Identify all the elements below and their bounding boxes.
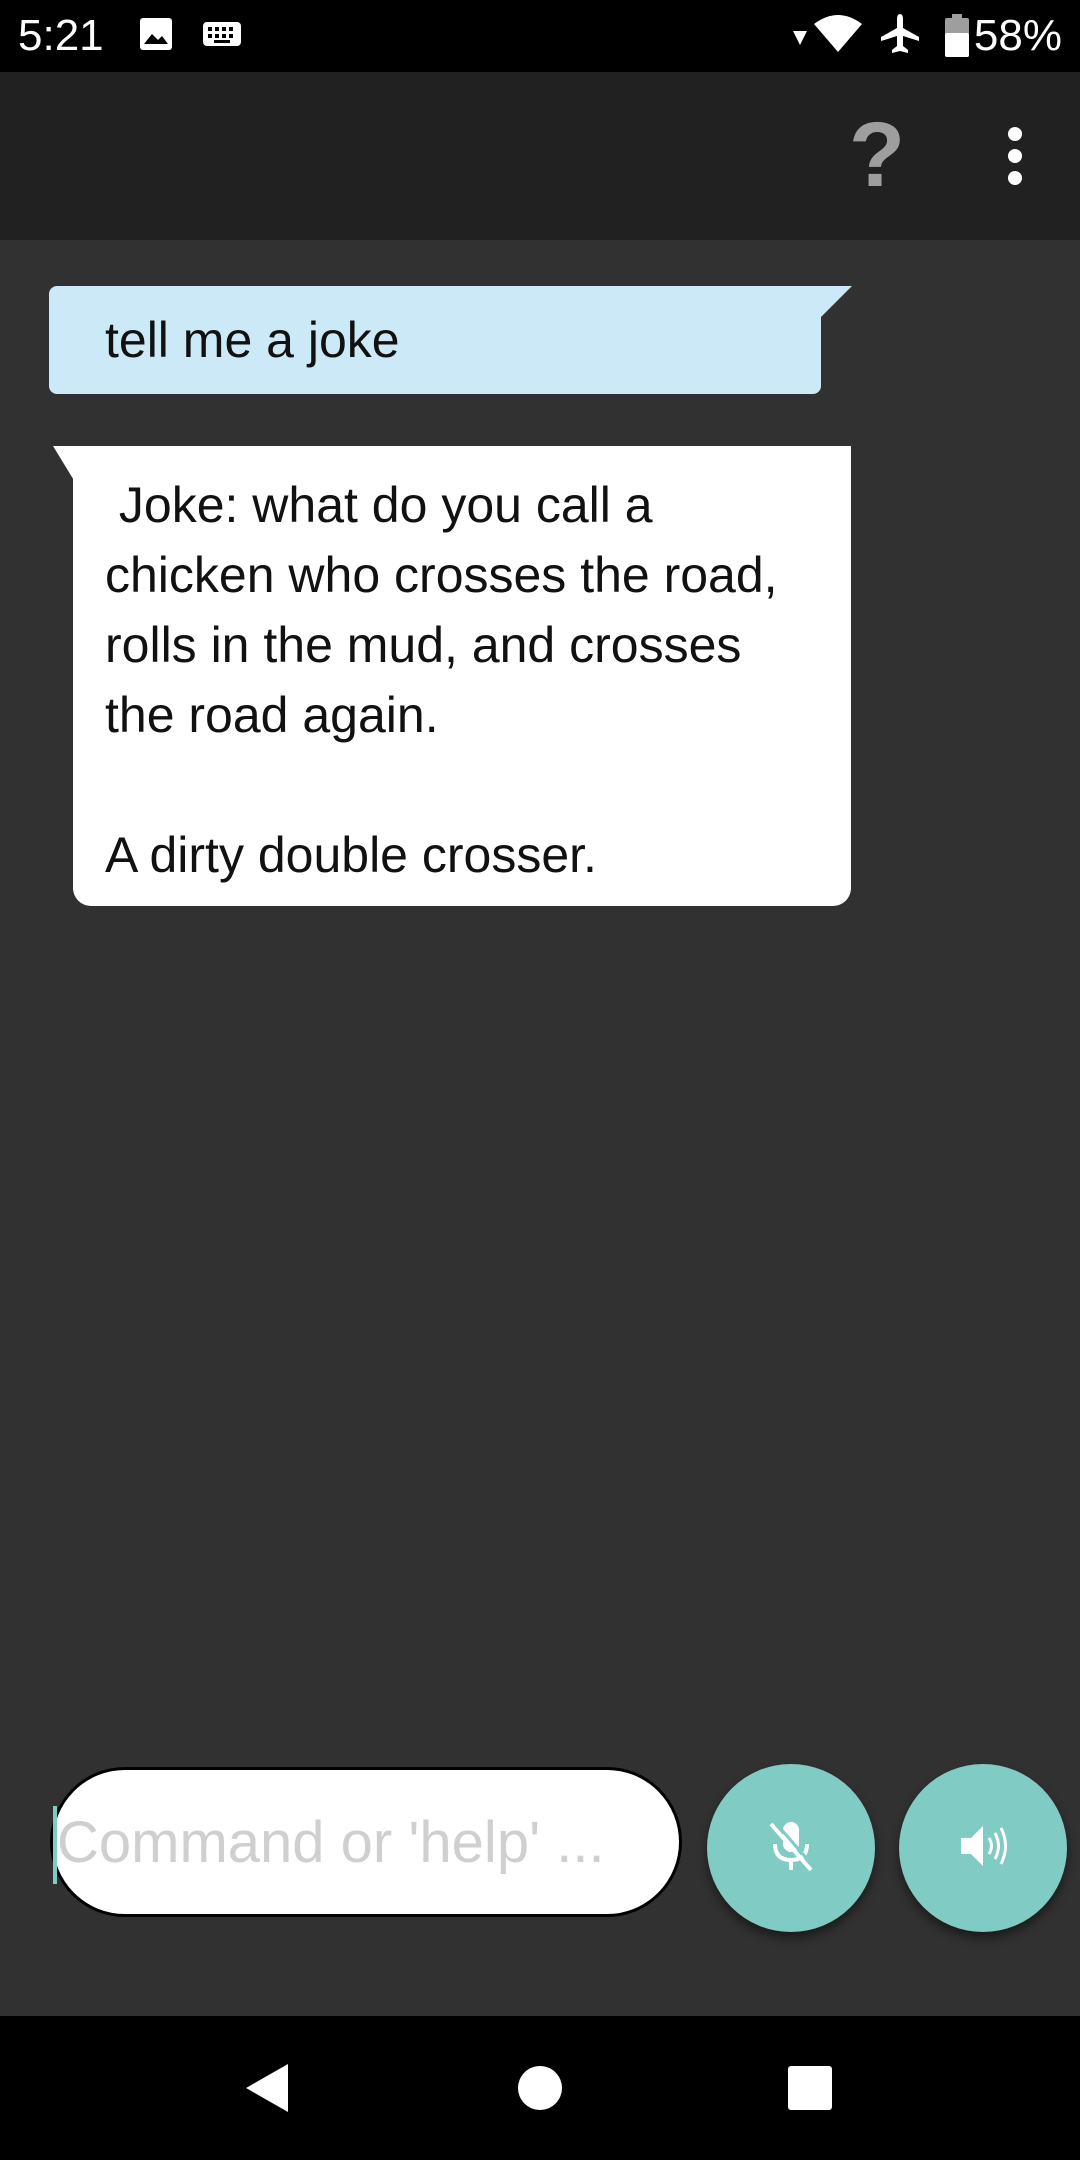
help-button[interactable]: ? — [845, 109, 909, 201]
signal-arrow-icon — [792, 28, 808, 53]
speaker-toggle-button[interactable] — [899, 1764, 1067, 1932]
keyboard-icon — [202, 16, 242, 57]
chat-area: tell me a joke Joke: what do you call a … — [0, 240, 1080, 2016]
status-bar: 5:21 58% — [0, 0, 1080, 72]
back-icon[interactable] — [238, 2058, 298, 2118]
recents-icon[interactable] — [780, 2058, 840, 2118]
mic-off-icon — [759, 1814, 823, 1883]
airplane-icon — [878, 12, 922, 61]
home-icon[interactable] — [510, 2058, 570, 2118]
volume-icon — [951, 1814, 1015, 1883]
assistant-bubble-tail — [53, 446, 75, 482]
user-bubble-tail — [816, 286, 852, 322]
battery-icon — [944, 14, 970, 63]
command-input[interactable] — [57, 1770, 657, 1914]
assistant-message-bubble: Joke: what do you call a chicken who cro… — [73, 446, 851, 906]
status-time: 5:21 — [18, 11, 104, 60]
command-input-container[interactable] — [50, 1767, 682, 1917]
user-message-bubble: tell me a joke — [49, 286, 821, 394]
more-vert-icon[interactable] — [990, 124, 1040, 188]
wifi-icon — [812, 12, 864, 59]
battery-percentage: 58% — [973, 11, 1062, 60]
navigation-bar — [0, 2016, 1080, 2160]
image-icon — [138, 16, 174, 57]
mic-toggle-button[interactable] — [707, 1764, 875, 1932]
app-bar: ? — [0, 72, 1080, 240]
